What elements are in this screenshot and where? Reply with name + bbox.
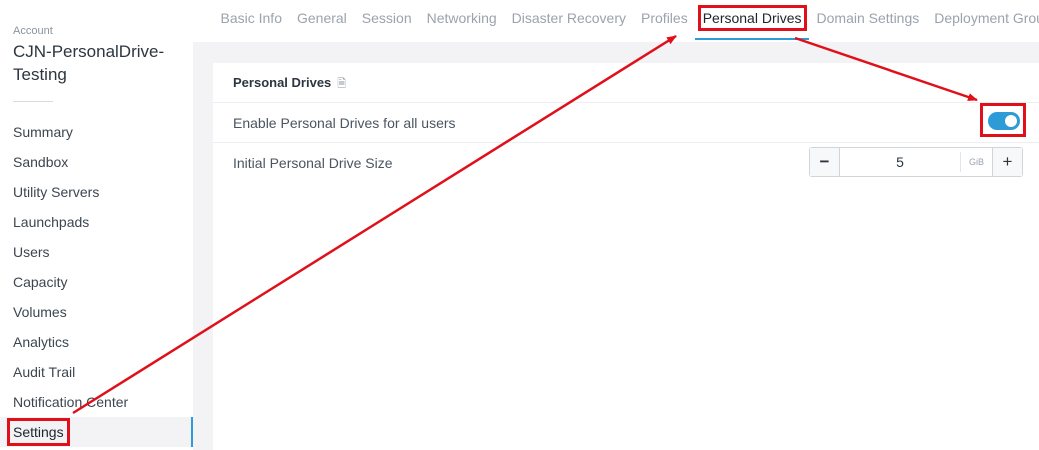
sidebar-item-capacity[interactable]: Capacity	[0, 267, 193, 297]
sidebar-item-sandbox[interactable]: Sandbox	[0, 147, 193, 177]
account-name: CJN-PersonalDrive-Testing	[13, 42, 165, 84]
tab-networking[interactable]: Networking	[419, 0, 504, 38]
sidebar-item-summary[interactable]: Summary	[0, 117, 193, 147]
tab-general[interactable]: General	[289, 0, 354, 38]
drive-size-input[interactable]	[840, 148, 961, 176]
tab-personal-drives[interactable]: Personal Drives	[695, 0, 810, 40]
initial-size-label: Initial Personal Drive Size	[233, 155, 393, 171]
sidebar-nav: Summary Sandbox Utility Servers Launchpa…	[0, 117, 193, 447]
sidebar-item-audit-trail[interactable]: Audit Trail	[0, 357, 193, 387]
personal-drives-panel: Personal Drives 🗎 Enable Personal Drives …	[213, 63, 1039, 450]
toggle-knob	[1005, 115, 1017, 127]
sidebar-item-analytics[interactable]: Analytics	[0, 327, 193, 357]
drive-size-unit: GiB	[960, 152, 992, 172]
drive-size-stepper: − GiB +	[809, 147, 1023, 177]
sidebar-item-settings[interactable]: Settings	[0, 417, 193, 447]
sidebar-item-launchpads[interactable]: Launchpads	[0, 207, 193, 237]
decrement-button[interactable]: −	[810, 148, 841, 176]
toggle-highlight	[980, 103, 1026, 137]
tab-basic-info[interactable]: Basic Info	[213, 0, 289, 38]
tab-domain-settings[interactable]: Domain Settings	[809, 0, 927, 38]
sidebar-item-volumes[interactable]: Volumes	[0, 297, 193, 327]
enable-personal-drives-toggle[interactable]	[988, 112, 1020, 130]
enable-personal-drives-row: Enable Personal Drives for all users	[213, 102, 1039, 143]
sidebar-item-notification-center[interactable]: Notification Center	[0, 387, 193, 417]
tab-profiles[interactable]: Profiles	[634, 0, 696, 38]
sidebar: Account CJN-PersonalDrive-Testing Summar…	[0, 0, 193, 450]
enable-personal-drives-label: Enable Personal Drives for all users	[233, 115, 456, 131]
sidebar-divider	[13, 101, 53, 102]
sidebar-item-utility-servers[interactable]: Utility Servers	[0, 177, 193, 207]
tab-deployment-group[interactable]: Deployment Group	[927, 0, 1039, 38]
account-label: Account	[13, 25, 53, 37]
tab-bar: Basic Info General Session Networking Di…	[193, 0, 1039, 42]
tab-session[interactable]: Session	[354, 0, 419, 38]
panel-title: Personal Drives 🗎	[233, 75, 346, 94]
tab-disaster-recovery[interactable]: Disaster Recovery	[504, 0, 633, 38]
sidebar-item-users[interactable]: Users	[0, 237, 193, 267]
document-icon[interactable]: 🗎	[337, 75, 346, 94]
increment-button[interactable]: +	[991, 148, 1022, 176]
